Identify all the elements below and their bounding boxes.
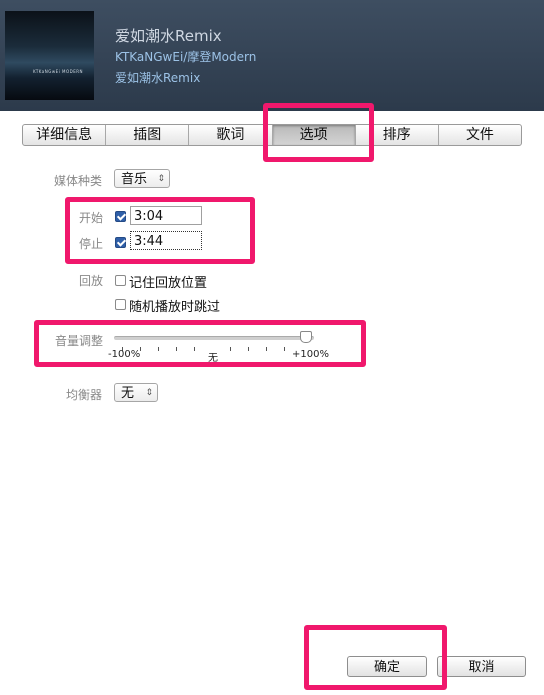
info-tabs: 详细信息 插图 歌词 选项 排序 文件 (22, 124, 522, 146)
media-kind-value: 音乐 (121, 172, 148, 187)
volume-tick (230, 347, 231, 351)
song-title: 爱如潮水Remix (115, 27, 222, 45)
album-artwork: KTKaNGwEi MODERN (5, 11, 94, 100)
volume-max-label: +100% (292, 349, 329, 360)
volume-tick (158, 347, 159, 351)
volume-tick (176, 347, 177, 351)
stop-time-field[interactable]: 3:44 (130, 231, 202, 250)
equalizer-label: 均衡器 (66, 388, 103, 402)
song-album: 爱如潮水Remix (115, 71, 201, 85)
chevron-updown-icon: ⇕ (145, 388, 153, 398)
tab-artwork[interactable]: 插图 (106, 125, 190, 145)
volume-tick (266, 347, 267, 351)
tab-lyrics[interactable]: 歌词 (189, 125, 273, 145)
playback-label: 回放 (79, 274, 104, 288)
track-header: KTKaNGwEi MODERN 爱如潮水Remix KTKaNGwEi/摩登M… (0, 0, 544, 111)
equalizer-select[interactable]: 无 ⇕ (114, 383, 158, 402)
chevron-updown-icon: ⇕ (157, 174, 165, 184)
tab-options[interactable]: 选项 (272, 125, 356, 145)
volume-slider-knob[interactable] (300, 331, 312, 343)
start-time-field[interactable]: 3:04 (130, 206, 202, 225)
remember-position-label: 记住回放位置 (129, 276, 208, 291)
equalizer-value: 无 (121, 386, 135, 401)
volume-tick (194, 347, 195, 351)
volume-slider[interactable] (114, 336, 314, 340)
media-kind-label: 媒体种类 (54, 174, 103, 188)
volume-label: 音量调整 (55, 334, 104, 348)
volume-min-label: -100% (108, 349, 141, 360)
media-kind-select[interactable]: 音乐 ⇕ (114, 169, 170, 188)
tab-file[interactable]: 文件 (439, 125, 521, 145)
volume-tick (248, 347, 249, 351)
artwork-caption: KTKaNGwEi MODERN (33, 69, 84, 74)
start-checkbox[interactable] (115, 211, 126, 222)
volume-mid-label: 无 (208, 353, 218, 364)
tab-details[interactable]: 详细信息 (23, 125, 107, 145)
ok-button[interactable]: 确定 (347, 656, 427, 677)
stop-checkbox[interactable] (115, 237, 126, 248)
song-artist: KTKaNGwEi/摩登Modern (115, 50, 257, 64)
remember-position-checkbox[interactable] (115, 275, 126, 286)
stop-label: 停止 (79, 237, 104, 251)
skip-shuffle-checkbox[interactable] (115, 299, 126, 310)
tab-sorting[interactable]: 排序 (356, 125, 439, 145)
start-label: 开始 (79, 211, 104, 225)
volume-tick (284, 347, 285, 351)
cancel-button[interactable]: 取消 (437, 656, 526, 677)
skip-shuffle-label: 随机播放时跳过 (129, 300, 221, 315)
